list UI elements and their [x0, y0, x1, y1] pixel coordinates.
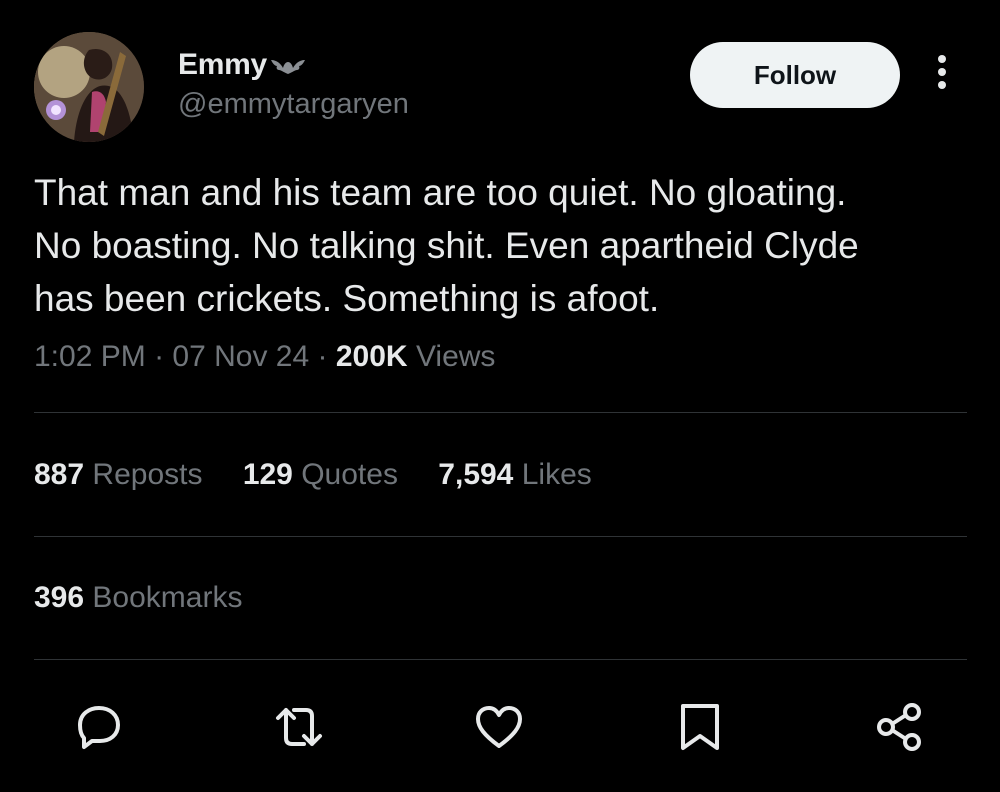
repost-button[interactable]: [272, 700, 326, 754]
likes-stat[interactable]: 7,594 Likes: [438, 458, 591, 491]
bookmarks-label: Bookmarks: [92, 581, 243, 614]
divider: [34, 536, 967, 537]
quotes-label: Quotes: [301, 458, 398, 491]
bat-icon: [270, 60, 305, 74]
avatar-image: [34, 32, 144, 142]
reply-icon: [78, 706, 120, 749]
divider: [34, 659, 967, 660]
share-icon: [877, 703, 921, 751]
divider: [34, 412, 967, 413]
more-options-icon[interactable]: [928, 55, 956, 95]
like-icon: [476, 706, 522, 748]
views-count: 200K: [335, 340, 408, 373]
author-handle[interactable]: @emmytargaryen: [178, 88, 409, 121]
share-button[interactable]: [872, 700, 926, 754]
quotes-count: 129: [242, 458, 293, 491]
tweet-time[interactable]: 1:02 PM: [34, 340, 146, 373]
quotes-stat[interactable]: 129 Quotes: [243, 458, 406, 491]
bookmarks-count: 396: [34, 581, 85, 614]
repost-icon: [276, 708, 322, 746]
author-display-name[interactable]: Emmy: [178, 48, 267, 82]
follow-button[interactable]: Follow: [690, 42, 900, 108]
bookmark-button[interactable]: [673, 700, 727, 754]
tweet-text-line: No boasting. No talking shit. Even apart…: [34, 225, 859, 266]
meta-separator: ·: [154, 340, 165, 373]
tweet-text: That man and his team are too quiet. No …: [34, 166, 974, 325]
bookmarks-stat[interactable]: 396 Bookmarks: [34, 581, 242, 615]
views-label: Views: [415, 340, 496, 373]
like-button[interactable]: [472, 700, 526, 754]
engagement-stats: 887 Reposts 129 Quotes 7,594 Likes: [34, 458, 624, 492]
tweet-text-line: That man and his team are too quiet. No …: [34, 172, 847, 213]
reposts-count: 887: [34, 458, 85, 491]
bookmark-icon: [681, 704, 719, 750]
reposts-label: Reposts: [92, 458, 203, 491]
likes-count: 7,594: [438, 458, 514, 491]
reply-button[interactable]: [72, 700, 126, 754]
avatar[interactable]: [34, 32, 144, 142]
meta-separator: ·: [317, 340, 328, 373]
likes-label: Likes: [521, 458, 592, 491]
tweet-meta: 1:02 PM · 07 Nov 24 · 200K Views: [34, 340, 495, 374]
tweet-date[interactable]: 07 Nov 24: [172, 340, 309, 373]
reposts-stat[interactable]: 887 Reposts: [34, 458, 211, 491]
tweet-text-line: has been crickets. Something is afoot.: [34, 278, 660, 319]
